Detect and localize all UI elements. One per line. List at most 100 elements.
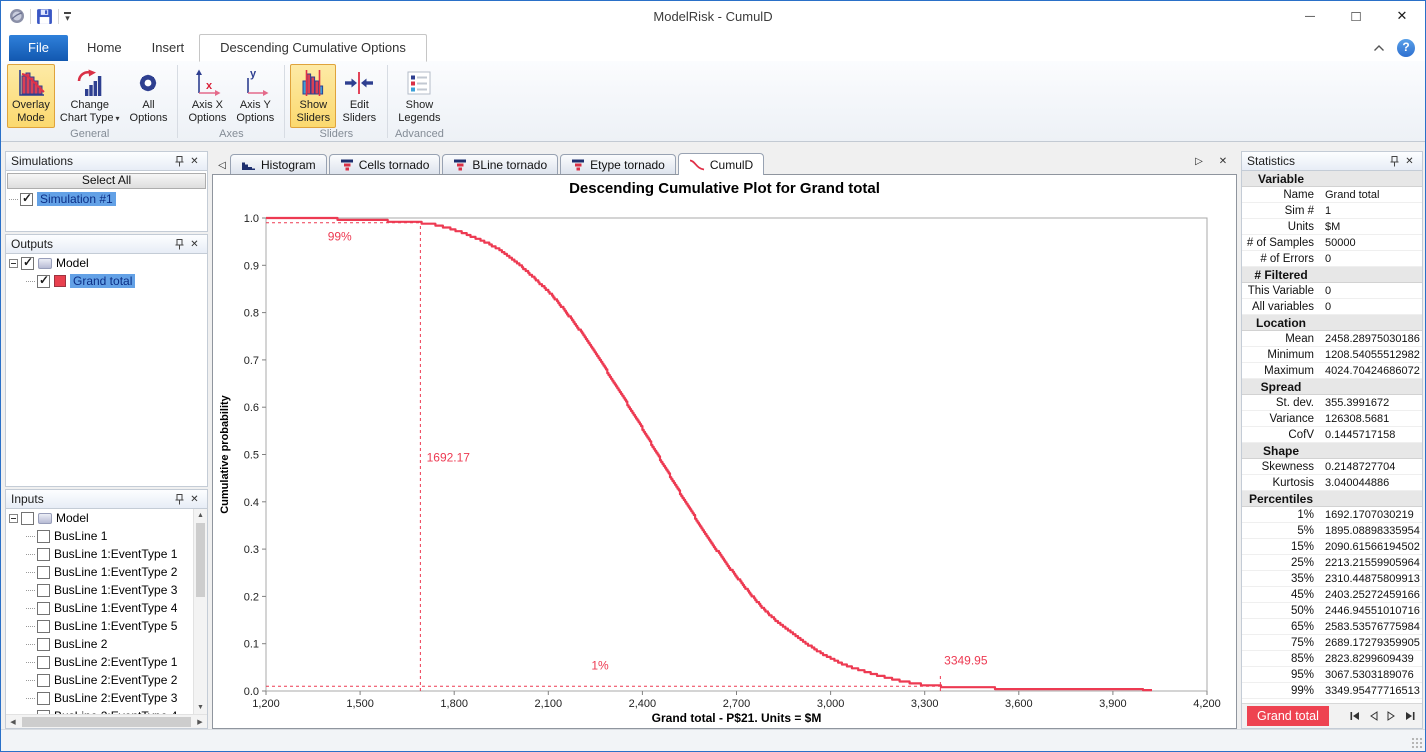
- tree-item-grand-total[interactable]: Grand total: [6, 272, 207, 290]
- pin-icon[interactable]: [172, 156, 187, 167]
- resize-grip[interactable]: [1410, 736, 1423, 749]
- tree-item-input[interactable]: BusLine 2:EventType 2: [6, 671, 193, 689]
- tree-item-simulation[interactable]: Simulation #1: [6, 190, 207, 208]
- scrollbar-thumb[interactable]: [22, 717, 191, 727]
- grand-total-tab[interactable]: Grand total: [1247, 706, 1329, 726]
- first-variable-icon[interactable]: [1350, 711, 1360, 721]
- pin-icon[interactable]: [1387, 156, 1402, 167]
- tab-histogram[interactable]: Histogram: [230, 154, 327, 174]
- tab-scroll-right-icon[interactable]: [1191, 152, 1207, 170]
- tab-file[interactable]: File: [9, 35, 68, 61]
- tree-item-label[interactable]: BusLine 1:EventType 1: [54, 547, 177, 561]
- tab-etype-tornado[interactable]: Etype tornado: [560, 154, 676, 174]
- scroll-right-icon[interactable]: [193, 715, 207, 728]
- tab-scroll-left-icon[interactable]: [214, 156, 230, 174]
- tab-cumuld[interactable]: CumulD: [678, 153, 764, 175]
- tab-cells-tornado[interactable]: Cells tornado: [329, 154, 441, 174]
- input-checkbox[interactable]: [37, 620, 50, 633]
- tree-item-label[interactable]: BusLine 2:EventType 2: [54, 673, 177, 687]
- close-button[interactable]: [1379, 2, 1425, 31]
- qat-customize-icon[interactable]: [64, 12, 71, 20]
- input-checkbox[interactable]: [37, 692, 50, 705]
- input-checkbox[interactable]: [37, 548, 50, 561]
- axis-x-options-button[interactable]: x Axis X Options: [183, 64, 231, 128]
- tab-home[interactable]: Home: [72, 35, 137, 61]
- collapse-expander-icon[interactable]: [9, 514, 18, 523]
- app-icon[interactable]: [9, 8, 25, 24]
- scroll-down-icon[interactable]: [194, 701, 207, 714]
- pin-icon[interactable]: [172, 239, 187, 250]
- help-button[interactable]: [1397, 39, 1415, 57]
- scroll-up-icon[interactable]: [194, 509, 207, 522]
- next-variable-icon[interactable]: [1387, 711, 1396, 721]
- horizontal-scrollbar[interactable]: [6, 714, 207, 728]
- tree-item-label[interactable]: BusLine 2: [54, 637, 107, 651]
- pin-icon[interactable]: [172, 494, 187, 505]
- close-panel-icon[interactable]: [187, 156, 202, 167]
- input-checkbox[interactable]: [37, 602, 50, 615]
- tree-item-input[interactable]: BusLine 2:EventType 1: [6, 653, 193, 671]
- tree-item-label[interactable]: Model: [56, 511, 89, 525]
- all-options-button[interactable]: All Options: [125, 64, 173, 128]
- close-panel-icon[interactable]: [1402, 156, 1417, 167]
- tree-item-label[interactable]: BusLine 2:EventType 3: [54, 691, 177, 705]
- tab-descending-cumulative-options[interactable]: Descending Cumulative Options: [199, 34, 427, 62]
- tree-item-label[interactable]: BusLine 1: [54, 529, 107, 543]
- last-variable-icon[interactable]: [1405, 711, 1415, 721]
- grand-total-checkbox[interactable]: [37, 275, 50, 288]
- close-chart-tab-icon[interactable]: [1215, 152, 1231, 170]
- input-checkbox[interactable]: [37, 656, 50, 669]
- tree-item-input[interactable]: BusLine 2: [6, 635, 193, 653]
- tree-item-label[interactable]: Grand total: [70, 274, 135, 288]
- tree-item-label[interactable]: Model: [56, 256, 89, 270]
- vertical-scrollbar[interactable]: [193, 509, 207, 714]
- tab-bline-tornado[interactable]: BLine tornado: [442, 154, 558, 174]
- scrollbar-thumb[interactable]: [196, 523, 205, 597]
- tree-item-input[interactable]: BusLine 1:EventType 1: [6, 545, 193, 563]
- edit-sliders-icon: [344, 68, 374, 98]
- input-checkbox[interactable]: [37, 638, 50, 651]
- tree-item-input[interactable]: BusLine 1: [6, 527, 193, 545]
- tab-insert[interactable]: Insert: [137, 35, 200, 61]
- edit-sliders-button[interactable]: Edit Sliders: [336, 64, 382, 128]
- input-checkbox[interactable]: [37, 710, 50, 715]
- tree-item-model[interactable]: Model: [6, 509, 193, 527]
- collapse-ribbon-icon[interactable]: [1373, 44, 1385, 52]
- tree-item-model[interactable]: Model: [6, 254, 207, 272]
- tree-item-label[interactable]: Simulation #1: [37, 192, 116, 206]
- simulation-checkbox[interactable]: [20, 193, 33, 206]
- tree-item-input[interactable]: BusLine 1:EventType 5: [6, 617, 193, 635]
- select-all-button[interactable]: Select All: [7, 173, 206, 189]
- overlay-mode-button[interactable]: Overlay Mode: [7, 64, 55, 128]
- input-checkbox[interactable]: [37, 530, 50, 543]
- workspace: Simulations Select All Simulation #1 Out…: [1, 142, 1425, 729]
- tree-item-label[interactable]: BusLine 1:EventType 2: [54, 565, 177, 579]
- save-button[interactable]: [36, 8, 53, 25]
- maximize-button[interactable]: [1333, 2, 1379, 31]
- tree-item-input[interactable]: BusLine 2:EventType 4: [6, 707, 193, 714]
- collapse-expander-icon[interactable]: [9, 259, 18, 268]
- minimize-button[interactable]: [1287, 2, 1333, 31]
- axis-y-options-button[interactable]: y Axis Y Options: [231, 64, 279, 128]
- show-legends-button[interactable]: Show Legends: [393, 64, 445, 128]
- previous-variable-icon[interactable]: [1369, 711, 1378, 721]
- close-panel-icon[interactable]: [187, 494, 202, 505]
- tree-item-input[interactable]: BusLine 1:EventType 4: [6, 599, 193, 617]
- input-checkbox[interactable]: [37, 584, 50, 597]
- input-checkbox[interactable]: [37, 566, 50, 579]
- tree-item-label[interactable]: BusLine 1:EventType 5: [54, 619, 177, 633]
- change-chart-type-button[interactable]: Change Chart Type: [55, 64, 125, 128]
- tree-item-input[interactable]: BusLine 1:EventType 2: [6, 563, 193, 581]
- model-checkbox[interactable]: [21, 257, 34, 270]
- scroll-left-icon[interactable]: [6, 715, 20, 728]
- tree-item-input[interactable]: BusLine 1:EventType 3: [6, 581, 193, 599]
- model-checkbox[interactable]: [21, 512, 34, 525]
- tree-item-input[interactable]: BusLine 2:EventType 3: [6, 689, 193, 707]
- close-panel-icon[interactable]: [187, 239, 202, 250]
- tree-item-label[interactable]: BusLine 1:EventType 3: [54, 583, 177, 597]
- tornado-icon: [453, 159, 467, 171]
- tree-item-label[interactable]: BusLine 2:EventType 1: [54, 655, 177, 669]
- show-sliders-button[interactable]: Show Sliders: [290, 64, 336, 128]
- tree-item-label[interactable]: BusLine 1:EventType 4: [54, 601, 177, 615]
- input-checkbox[interactable]: [37, 674, 50, 687]
